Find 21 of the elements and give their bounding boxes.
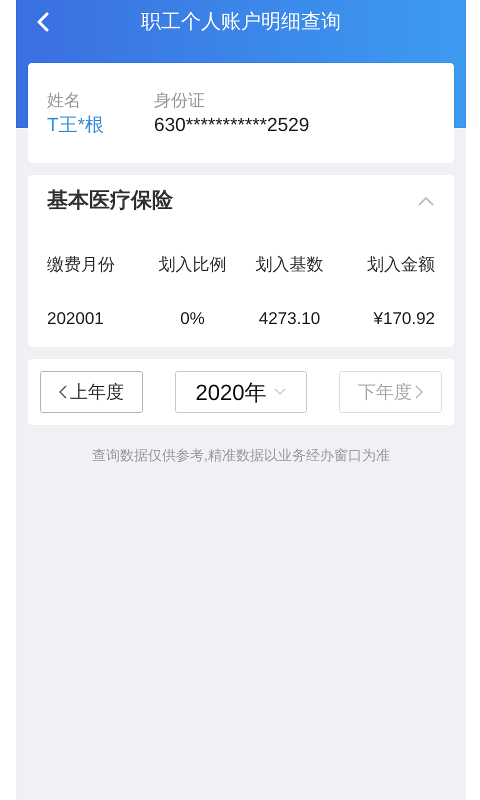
id-value: 630***********2529 (154, 114, 310, 138)
disclaimer-text: 查询数据仅供参考,精准数据以业务经办窗口为准 (91, 446, 391, 465)
table-cell-text: 202001 (47, 308, 104, 330)
field-label: 姓名 (47, 90, 82, 112)
name-value: T王*根 (47, 114, 104, 138)
year-dropdown[interactable]: 2020年 (175, 371, 307, 413)
column-header: 缴费月份 (47, 254, 115, 276)
page-title: 职工个人账户明细查询 (141, 10, 341, 35)
table-cell-text: 4273.10 (258, 308, 320, 330)
back-icon[interactable] (36, 12, 50, 32)
field-label: 身份证 (154, 90, 206, 112)
caret-icon (274, 388, 286, 396)
table-cell-text: 0% (180, 308, 205, 330)
section-title: 基本医疗保险 (47, 188, 173, 214)
table-cell-text: ¥170.92 (374, 308, 435, 330)
column-header: 划入基数 (256, 254, 324, 276)
column-header: 划入比例 (158, 254, 226, 276)
column-header: 划入金额 (367, 254, 435, 276)
chevron-right-icon (415, 385, 423, 399)
chevron-left-icon (59, 385, 67, 399)
previous-year-button[interactable]: 上年度 (40, 371, 143, 413)
